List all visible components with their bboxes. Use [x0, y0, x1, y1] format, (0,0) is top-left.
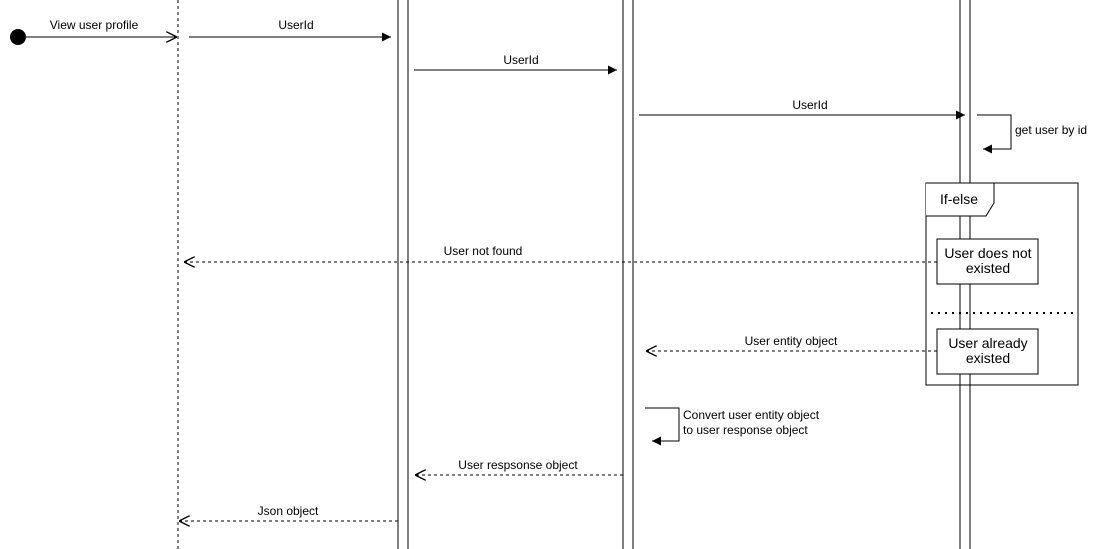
convert-self-arrow — [645, 407, 680, 446]
start-node — [10, 29, 26, 45]
case-2-line-1: User already — [948, 335, 1027, 351]
json-object-label: Json object — [258, 504, 319, 518]
view-profile-label: View user profile — [50, 18, 139, 32]
userid-label-3: UserId — [792, 98, 827, 112]
get-user-label: get user by id — [1015, 123, 1087, 137]
convert-label-2: to user response object — [683, 423, 808, 437]
userid-label-2: UserId — [503, 53, 538, 67]
case-2-line-2: existed — [966, 350, 1010, 366]
userid-label-1: UserId — [278, 18, 313, 32]
sequence-diagram: View user profile UserId UserId UserId g… — [10, 0, 1087, 549]
user-entity-label: User entity object — [745, 334, 838, 348]
user-not-found-label: User not found — [444, 244, 523, 258]
get-user-self-arrow — [977, 114, 1012, 154]
convert-label-1: Convert user entity object — [683, 408, 820, 422]
service-activation-bar — [622, 0, 634, 549]
case-1-line-2: existed — [966, 260, 1010, 276]
controller-activation-bar — [397, 0, 409, 549]
user-response-label: User respsonse object — [458, 458, 578, 472]
case-1-line-1: User does not — [944, 245, 1031, 261]
alt-fragment-label: If-else — [940, 191, 978, 207]
